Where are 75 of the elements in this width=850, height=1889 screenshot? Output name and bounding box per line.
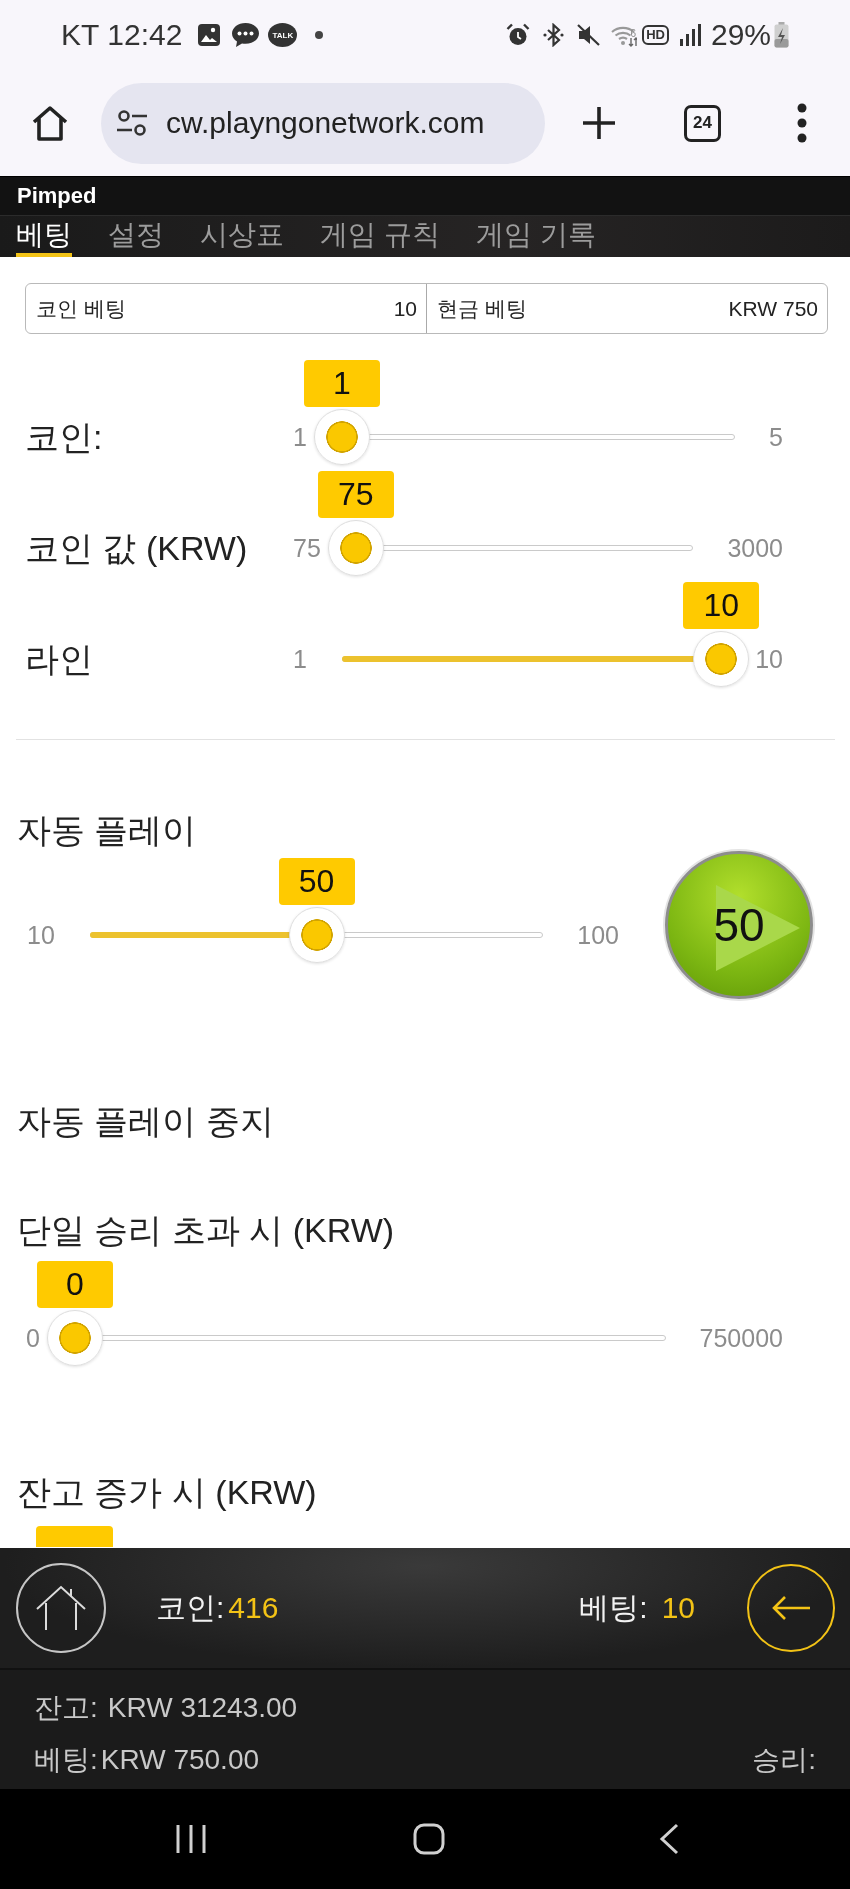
more-menu-icon[interactable] [797, 103, 807, 143]
battery-icon [774, 22, 789, 48]
left-arrow-icon [771, 1595, 811, 1621]
tab-count-button[interactable]: 24 [684, 104, 721, 142]
slider-min-label: 1 [293, 644, 307, 674]
recent-apps-icon[interactable] [176, 1824, 206, 1854]
coins-value: 416 [228, 1591, 279, 1625]
chat-icon [231, 22, 261, 48]
carrier-label: KT [61, 18, 100, 52]
section-heading: 자동 플레이 [17, 810, 197, 851]
url-text: cw.playngonetwork.com [166, 106, 485, 140]
summary-label: 코인 베팅 [36, 295, 126, 322]
tab[interactable]: 게임 규칙 [320, 216, 440, 257]
condition-label: 단일 승리 초과 시 (KRW) [17, 1210, 395, 1251]
win-label: 승리: [752, 1743, 816, 1777]
slider-max-label: 5 [769, 422, 783, 452]
image-icon [197, 23, 222, 47]
balance-label: 잔고: [34, 1691, 98, 1725]
tab[interactable]: 설정 [108, 216, 164, 257]
bet-amount-label: 베팅: [34, 1743, 98, 1777]
bet-value: 10 [661, 1591, 695, 1625]
slider-max-label: 10 [755, 644, 783, 674]
bet-label: 베팅: [579, 1589, 648, 1626]
balance-value: KRW 31243.00 [107, 1692, 298, 1724]
back-icon[interactable] [659, 1823, 679, 1855]
alarm-icon [505, 23, 530, 47]
slider-label: 코인 값 (KRW) [25, 528, 249, 569]
house-icon [35, 1585, 87, 1631]
slider-thumb[interactable] [288, 907, 345, 963]
slider-label: 코인: [25, 417, 104, 458]
tab[interactable]: 시상표 [200, 216, 284, 257]
coins-label: 코인: [156, 1589, 225, 1626]
slider-max-label: 3000 [727, 533, 783, 563]
bluetooth-icon [542, 23, 564, 47]
back-button[interactable] [747, 1564, 835, 1652]
mute-icon [575, 23, 601, 47]
home-icon[interactable] [31, 104, 69, 142]
tab[interactable]: 게임 기록 [475, 216, 596, 257]
slider-min-label: 0 [26, 1323, 40, 1353]
home-icon[interactable] [413, 1823, 445, 1855]
talk-badge: TALK [268, 23, 298, 47]
slider-thumb[interactable] [46, 1310, 103, 1366]
notification-dot-icon [315, 31, 324, 39]
autoplay-start-button[interactable]: 50 [665, 851, 813, 999]
hd-badge: HD [642, 25, 669, 45]
play-icon [716, 885, 800, 971]
address-bar[interactable]: cw.playngonetwork.com [101, 82, 545, 164]
slider-min-label: 10 [27, 920, 55, 950]
value-tooltip: 50 [278, 858, 355, 905]
summary-label: 현금 베팅 [437, 295, 527, 322]
section-heading: 자동 플레이 중지 [17, 1101, 274, 1142]
site-settings-icon[interactable] [116, 109, 148, 137]
slider-max-label: 750000 [699, 1323, 783, 1353]
value-tooltip: 10 [683, 582, 760, 629]
slider-thumb[interactable] [313, 409, 370, 465]
value-tooltip: 1 [303, 360, 380, 407]
slider-label: 라인 [25, 639, 94, 680]
clock-time: 12:42 [107, 18, 183, 52]
summary-value: KRW 750 [728, 296, 818, 321]
game-title: Pimped [17, 183, 97, 209]
wifi-label: 6 [630, 28, 637, 39]
battery-percent: 29% [710, 18, 771, 52]
condition-label: 잔고 증가 시 (KRW) [17, 1472, 317, 1513]
slider-thumb[interactable] [327, 520, 384, 576]
slider-min-label: 1 [293, 422, 307, 452]
value-tooltip: 75 [317, 471, 394, 518]
signal-icon [678, 24, 701, 46]
bet-amount-value: KRW 750.00 [100, 1744, 260, 1776]
home-button[interactable] [16, 1563, 106, 1653]
plus-icon[interactable] [582, 106, 616, 140]
slider-min-label: 75 [293, 533, 321, 563]
value-tooltip: 0 [36, 1261, 113, 1308]
summary-value: 10 [393, 296, 417, 321]
slider-thumb[interactable] [693, 631, 750, 687]
slider-max-label: 100 [577, 920, 619, 950]
